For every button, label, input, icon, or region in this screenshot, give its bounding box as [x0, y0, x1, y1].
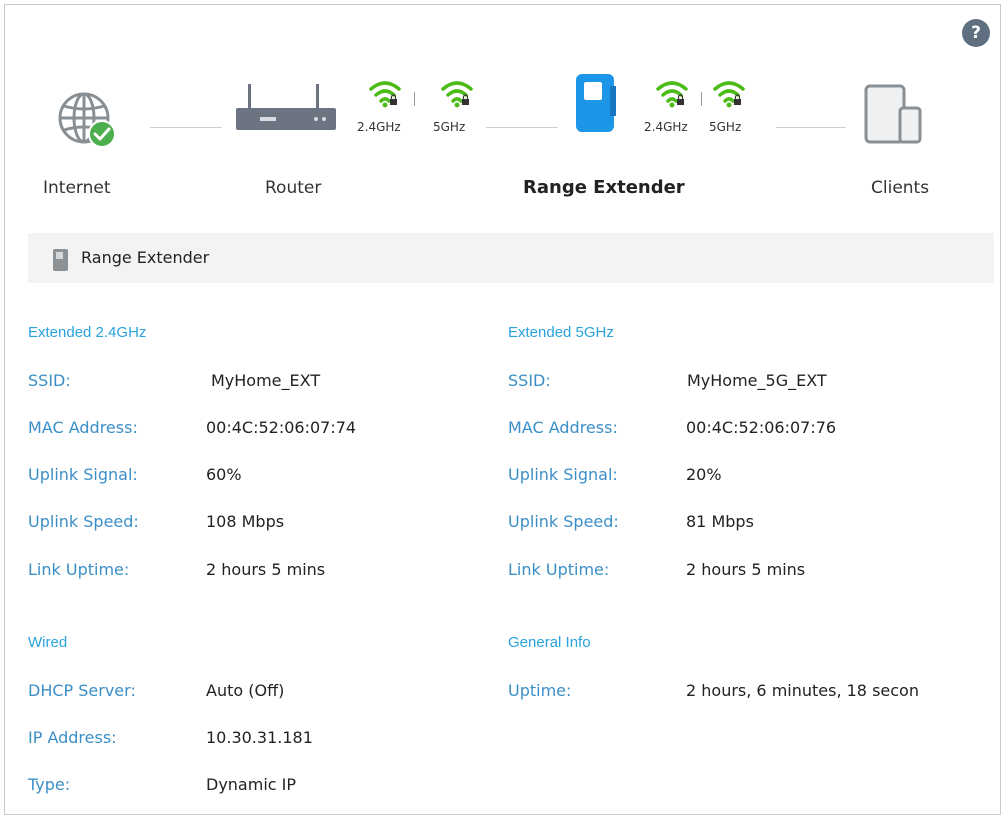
general-uptime-value: 2 hours, 6 minutes, 18 secon [686, 681, 919, 700]
extender-wifi-24-icon [655, 79, 689, 109]
ext24-uptime-value: 2 hours 5 mins [206, 560, 326, 579]
ext24-ssid-value: MyHome_EXT [211, 371, 321, 390]
router-band-24-label: 2.4GHz [357, 120, 401, 134]
general-uptime-label: Uptime: [508, 681, 572, 700]
extender-small-icon [52, 248, 70, 276]
section-header: Range Extender [28, 233, 994, 283]
ext24-speed-value: 108 Mbps [206, 512, 285, 531]
ext24-signal-value: 60% [206, 465, 242, 484]
internet-label: Internet [43, 178, 111, 198]
wired-dhcp-label: DHCP Server: [28, 681, 136, 700]
wired-dhcp-value: Auto (Off) [206, 681, 285, 700]
ext5-speed-label: Uplink Speed: [508, 512, 619, 531]
router-wifi-24-icon [368, 79, 402, 109]
clients-icon[interactable] [862, 84, 926, 146]
router-label: Router [265, 178, 322, 198]
wired-type-label: Type: [28, 775, 71, 794]
range-extender-label: Range Extender [523, 177, 685, 198]
wired-type-value: Dynamic IP [206, 775, 297, 794]
wired-title: Wired [28, 634, 68, 651]
band-divider [414, 92, 415, 106]
wired-ip-label: IP Address: [28, 728, 117, 747]
ext24-speed-label: Uplink Speed: [28, 512, 139, 531]
clients-label: Clients [871, 178, 930, 198]
ext5-title: Extended 5GHz [508, 324, 614, 341]
ext5-signal-value: 20% [686, 465, 722, 484]
router-icon[interactable] [234, 80, 338, 132]
ext24-mac-label: MAC Address: [28, 418, 138, 437]
ext24-mac-value: 00:4C:52:06:07:74 [206, 418, 357, 437]
range-extender-icon[interactable] [574, 72, 618, 134]
router-wifi-5-icon [440, 79, 474, 109]
ext5-ssid-value: MyHome_5G_EXT [687, 371, 827, 390]
extender-band-24-label: 2.4GHz [644, 120, 688, 134]
ext5-mac-value: 00:4C:52:06:07:76 [686, 418, 837, 437]
ext5-mac-label: MAC Address: [508, 418, 618, 437]
section-title: Range Extender [81, 248, 210, 267]
ext5-uptime-value: 2 hours 5 mins [686, 560, 806, 579]
router-extender-link [486, 127, 558, 128]
internet-icon[interactable] [54, 90, 120, 150]
ext24-uptime-label: Link Uptime: [28, 560, 130, 579]
ext24-ssid-label: SSID: [28, 371, 71, 390]
ext24-title: Extended 2.4GHz [28, 324, 147, 341]
band-divider [701, 92, 702, 106]
extender-wifi-5-icon [712, 79, 746, 109]
ext5-ssid-label: SSID: [508, 371, 551, 390]
wired-ip-value: 10.30.31.181 [206, 728, 313, 747]
ext5-uptime-label: Link Uptime: [508, 560, 610, 579]
ext24-signal-label: Uplink Signal: [28, 465, 138, 484]
general-title: General Info [508, 634, 591, 651]
extender-band-5-label: 5GHz [709, 120, 742, 134]
router-band-5-label: 5GHz [433, 120, 466, 134]
help-button[interactable]: ? [962, 19, 990, 47]
extender-clients-link [776, 127, 846, 128]
ext5-signal-label: Uplink Signal: [508, 465, 618, 484]
internet-router-link [150, 127, 222, 128]
ext5-speed-value: 81 Mbps [686, 512, 754, 531]
